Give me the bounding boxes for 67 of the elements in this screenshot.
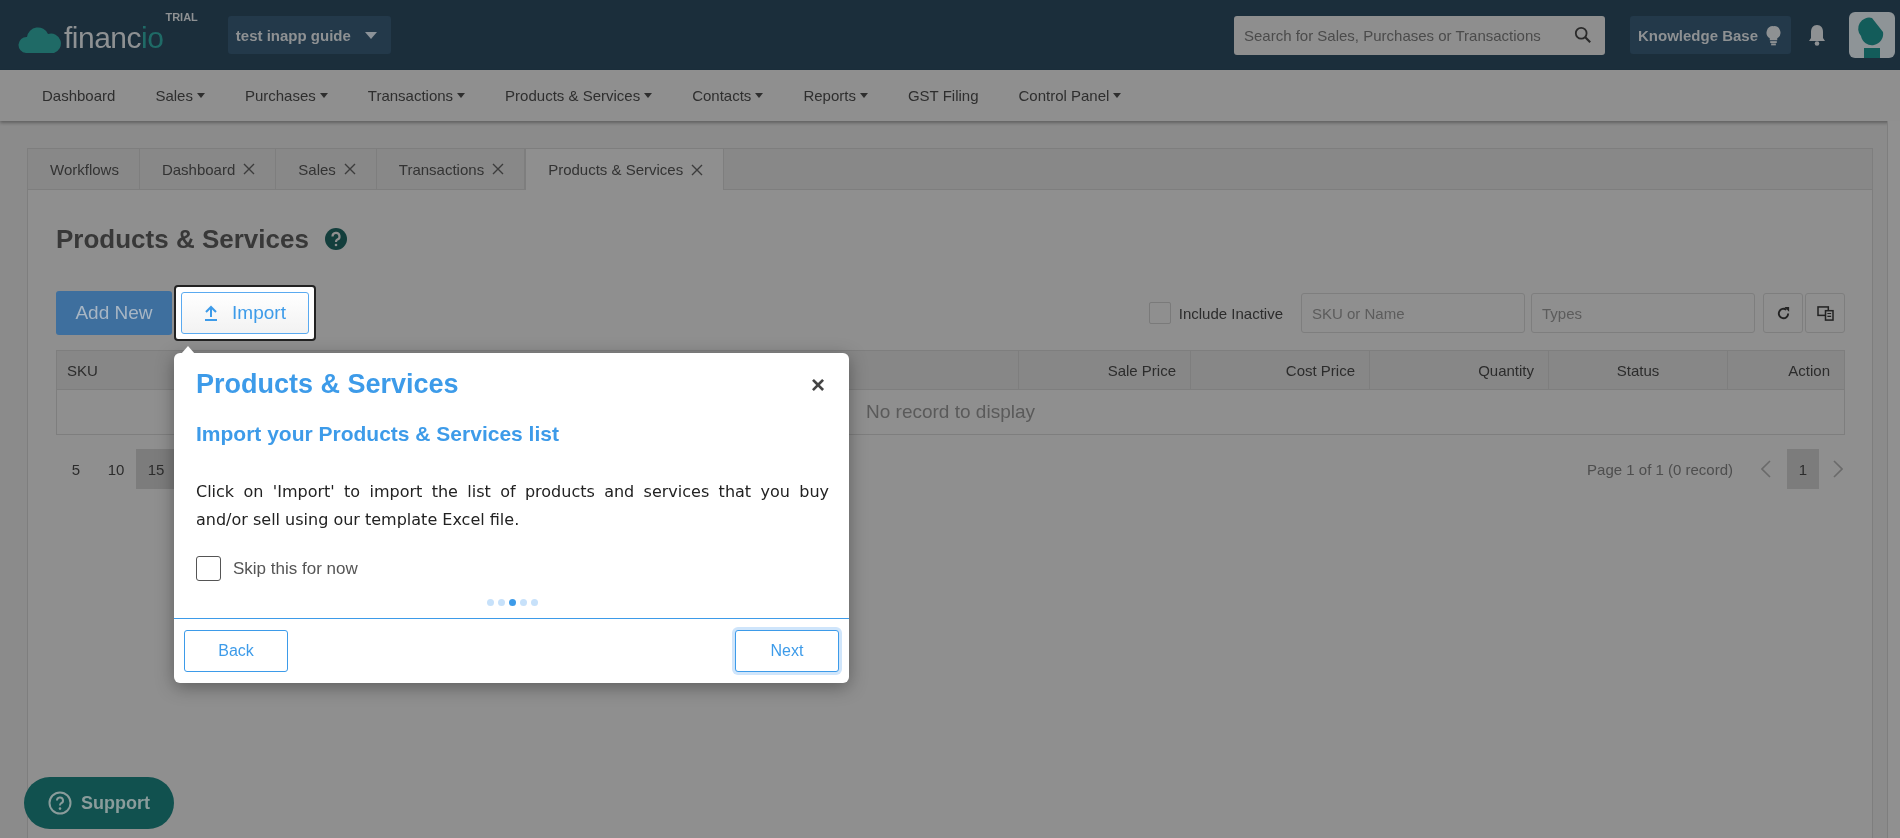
tab[interactable]: Dashboard — [139, 149, 277, 189]
tab[interactable]: Products & Services — [525, 149, 725, 190]
menu-item[interactable]: Purchases — [244, 87, 328, 104]
page-size-option[interactable]: 5 — [56, 449, 96, 489]
close-icon[interactable] — [691, 163, 704, 176]
page-title: Products & Services — [56, 223, 309, 255]
checkbox-label: Skip this for now — [233, 558, 358, 579]
lightbulb-icon — [1766, 24, 1781, 46]
guide-subtitle: Import your Products & Services list — [196, 422, 560, 446]
cloud-logo-icon — [18, 25, 62, 55]
caret-icon — [644, 93, 653, 98]
import-button[interactable]: Import — [181, 292, 309, 334]
close-icon[interactable] — [492, 163, 505, 175]
checkbox[interactable] — [196, 556, 221, 581]
close-icon[interactable] — [343, 163, 356, 175]
help-icon[interactable] — [324, 228, 347, 250]
caret-icon — [859, 93, 868, 98]
caret-icon — [319, 93, 328, 98]
checkbox-label: Include Inactive — [1178, 304, 1283, 322]
column-header[interactable]: Status — [1548, 351, 1727, 389]
next-page-icon[interactable] — [1833, 460, 1843, 478]
menu-item[interactable]: Products & Services — [505, 87, 653, 104]
notification-bell-icon[interactable] — [1807, 24, 1827, 46]
tab[interactable]: Workflows — [28, 149, 140, 189]
column-header[interactable]: Quantity — [1369, 351, 1548, 389]
next-button[interactable]: Next — [735, 630, 839, 672]
caret-icon — [1113, 93, 1122, 98]
refresh-button[interactable] — [1763, 293, 1803, 333]
close-icon[interactable] — [243, 163, 256, 175]
menu-item[interactable]: Reports — [803, 87, 868, 104]
caret-icon — [457, 93, 466, 98]
tab[interactable]: Sales — [276, 149, 377, 189]
back-button[interactable]: Back — [184, 630, 288, 672]
column-header[interactable]: Sale Price — [1018, 351, 1190, 389]
close-button[interactable]: × — [807, 372, 829, 397]
menu-item[interactable]: Contacts — [692, 87, 764, 104]
guide-title: Products & Services — [196, 369, 459, 400]
caret-icon — [196, 93, 205, 98]
upload-icon — [204, 305, 219, 321]
refresh-icon — [1775, 305, 1791, 321]
company-dropdown[interactable]: test inapp guide — [227, 16, 391, 54]
search-field[interactable]: Search for Sales, Purchases or Transactions — [1233, 15, 1605, 55]
menu-item[interactable]: Sales — [155, 87, 205, 104]
page-summary: Page 1 of 1 (0 record) — [1587, 460, 1733, 478]
knowledge-base-button[interactable]: Knowledge Base — [1629, 16, 1791, 54]
page-size-option[interactable]: 10 — [96, 449, 136, 489]
page-number[interactable]: 1 — [1787, 449, 1819, 489]
guide-text: Click on 'Import' to import the list of products and services that you buy and/or sell using our template Excel file. — [196, 481, 829, 531]
column-header[interactable]: Cost Price — [1190, 351, 1369, 389]
caret-icon — [755, 93, 764, 98]
caret-icon — [364, 31, 377, 39]
logo-text: financio — [64, 21, 164, 55]
avatar-icon[interactable] — [1849, 12, 1895, 58]
menu-item[interactable]: Transactions — [367, 87, 466, 104]
previous-page-icon[interactable] — [1761, 460, 1771, 478]
menu-item[interactable]: Control Panel — [1018, 87, 1122, 104]
add-new-button[interactable]: Add New — [56, 291, 172, 335]
scrollbar[interactable] — [1887, 121, 1900, 838]
support-button[interactable]: Support — [24, 777, 174, 829]
page-size-option[interactable]: 15 — [136, 449, 176, 489]
columns-icon — [1816, 305, 1834, 321]
column-header[interactable]: Action — [1727, 351, 1844, 389]
search-icon — [1573, 25, 1592, 44]
column-chooser-button[interactable] — [1805, 293, 1845, 333]
help-icon — [48, 791, 72, 815]
menu-item[interactable]: GST Filing — [907, 87, 979, 104]
menu-item[interactable]: Dashboard — [42, 87, 116, 104]
